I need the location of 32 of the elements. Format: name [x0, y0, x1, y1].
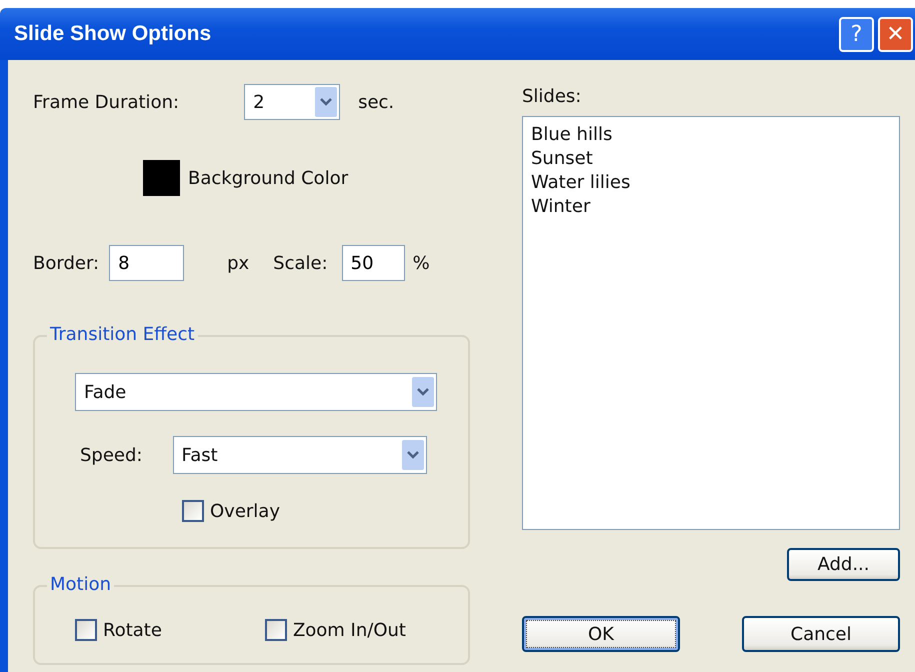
border-label: Border: — [33, 252, 100, 274]
speed-dropdown[interactable]: Fast — [172, 436, 426, 474]
slide-item[interactable]: Winter — [531, 195, 891, 219]
slides-label: Slides: — [522, 86, 582, 107]
frame-duration-label: Frame Duration: — [33, 92, 180, 112]
speed-label: Speed: — [80, 444, 142, 466]
effect-dropdown[interactable]: Fade — [75, 373, 437, 411]
dialog-button[interactable]: Cancel — [742, 616, 900, 652]
color-swatch[interactable] — [143, 160, 180, 196]
slide-item[interactable]: Sunset — [531, 147, 891, 171]
slides-list[interactable]: Blue hills Sunset Water lilies Winter — [522, 116, 900, 530]
option-label: Zoom In/Out — [292, 620, 406, 640]
checkbox[interactable] — [264, 619, 287, 641]
add-button[interactable]: Add... — [787, 548, 900, 581]
scale-label: Scale: — [273, 252, 328, 274]
dialog-button[interactable]: OK — [522, 616, 680, 652]
checkbox[interactable] — [182, 500, 204, 522]
border-field[interactable]: 8 — [109, 245, 184, 281]
close-button[interactable]: ✕ — [878, 16, 913, 52]
option-label: Rotate — [103, 620, 162, 640]
slide-item[interactable]: Water lilies — [531, 171, 891, 195]
window-title: Slide Show Options — [14, 22, 212, 46]
percent-unit: % — [412, 252, 430, 274]
slide-item[interactable]: Blue hills — [531, 123, 891, 147]
frame-duration-dropdown[interactable]: 2 — [244, 84, 340, 120]
background-color-label: Background Color — [188, 168, 348, 188]
checkbox[interactable] — [75, 619, 97, 641]
help-button[interactable]: ? — [839, 16, 874, 52]
overlay-label: Overlay — [210, 500, 280, 522]
scale-field[interactable]: 50 — [342, 245, 405, 281]
pixel-unit: px — [227, 252, 250, 274]
seconds-unit: sec. — [358, 92, 394, 112]
